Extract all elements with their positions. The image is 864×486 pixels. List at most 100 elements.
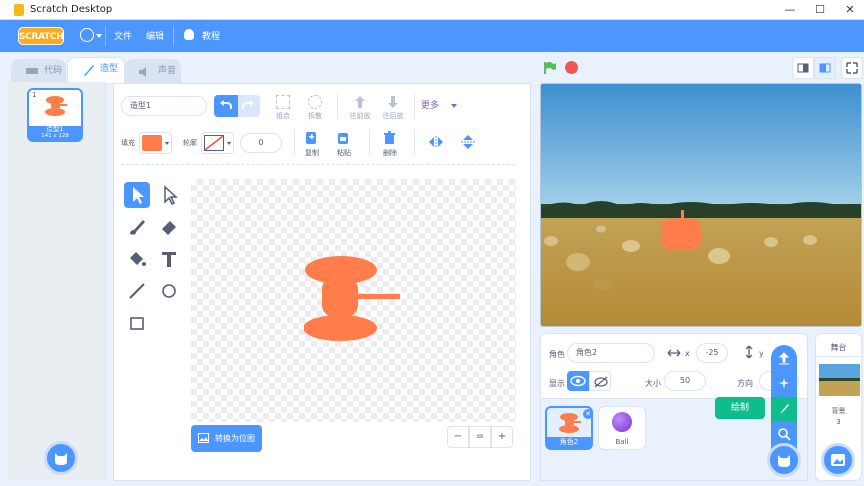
delete-sprite-icon[interactable]: ✕ <box>583 409 593 419</box>
chevron-down-icon <box>165 142 169 145</box>
sprite-info-panel: 角色 角色2 x -25 y 显示 大小 50 方向 <box>540 333 808 399</box>
tab-costumes[interactable]: 造型 <box>67 57 125 83</box>
cat-icon <box>55 453 67 465</box>
group-label: 组合 <box>276 112 290 120</box>
chevron-down-icon <box>96 34 102 38</box>
maximize-button[interactable]: ☐ <box>810 2 830 18</box>
sprite-card-ball[interactable]: Ball <box>598 406 646 450</box>
choose-backdrop-button[interactable] <box>821 443 855 477</box>
convert-to-bitmap-button[interactable]: 转换为位图 <box>191 425 262 452</box>
paint-canvas[interactable] <box>191 179 516 422</box>
toolbar-divider <box>414 94 415 118</box>
fullscreen-button[interactable] <box>841 57 863 79</box>
large-stage-icon <box>819 63 831 73</box>
tutorials-menu[interactable]: 教程 <box>202 29 220 42</box>
edit-menu[interactable]: 编辑 <box>146 29 164 42</box>
text-tool[interactable] <box>156 246 182 272</box>
brush-tool[interactable] <box>124 214 150 240</box>
delete-icon[interactable] <box>383 131 396 145</box>
copy-icon[interactable] <box>305 131 318 145</box>
outline-color-picker[interactable] <box>201 132 234 154</box>
window-title: Scratch Desktop <box>30 4 113 15</box>
paint-option-highlight[interactable] <box>771 397 797 421</box>
reshape-tool[interactable] <box>156 182 182 208</box>
menu-bar: SCRATCH 文件 编辑 教程 <box>0 20 864 52</box>
file-menu[interactable]: 文件 <box>114 29 132 42</box>
eye-hidden-icon <box>594 376 608 388</box>
fullscreen-icon <box>846 62 858 74</box>
toolbar-separator <box>121 164 515 165</box>
undo-button[interactable] <box>214 95 238 117</box>
rectangle-tool[interactable] <box>124 310 150 336</box>
costume-name-input[interactable]: 造型1 <box>121 96 207 116</box>
ungroup-icon[interactable] <box>308 95 322 109</box>
scratch-logo[interactable]: SCRATCH <box>18 27 64 45</box>
forward-icon[interactable] <box>353 95 367 109</box>
tab-costumes-label: 造型 <box>100 64 119 74</box>
surprise-icon[interactable] <box>777 377 791 391</box>
search-icon[interactable] <box>777 427 791 441</box>
zoom-reset-button[interactable]: = <box>469 426 491 448</box>
zoom-out-button[interactable]: − <box>447 426 469 448</box>
delete-label: 删除 <box>383 149 397 157</box>
flip-vertical-icon[interactable] <box>461 134 475 150</box>
line-tool[interactable] <box>124 278 150 304</box>
sprite2-thumbnail <box>559 413 581 433</box>
redo-icon <box>242 100 254 109</box>
brush-icon <box>84 65 94 76</box>
fill-tool[interactable] <box>124 246 150 272</box>
tab-code[interactable]: 代码 <box>11 59 66 83</box>
zoom-in-button[interactable]: + <box>491 426 513 448</box>
upload-icon[interactable] <box>777 352 791 366</box>
more-dropdown[interactable]: 更多 <box>421 97 461 115</box>
x-input[interactable]: -25 <box>696 343 728 363</box>
speaker-icon <box>139 67 146 77</box>
circle-tool[interactable] <box>156 278 182 304</box>
costume-size: 141 x 128 <box>41 133 69 139</box>
costume-name: 造型1 <box>46 125 64 133</box>
x-arrows-icon <box>667 349 681 357</box>
group-icon[interactable] <box>276 95 290 109</box>
zoom-in-icon: + <box>497 431 507 442</box>
close-button[interactable]: ✕ <box>840 2 860 18</box>
choose-costume-button[interactable] <box>44 441 78 475</box>
redo-button[interactable] <box>238 95 260 117</box>
more-label: 更多 <box>421 101 440 111</box>
select-tool[interactable] <box>124 182 150 208</box>
menu-divider <box>105 26 106 46</box>
reshape-icon <box>164 185 178 206</box>
sprite-card-label: 角色2 <box>547 437 591 448</box>
eraser-tool[interactable] <box>156 214 182 240</box>
show-hidden-button[interactable] <box>589 371 611 391</box>
toolbar-divider <box>337 94 338 118</box>
minimize-button[interactable]: — <box>780 2 800 18</box>
code-icon <box>26 68 38 74</box>
flip-horizontal-icon[interactable] <box>428 136 444 148</box>
app-icon <box>14 4 24 16</box>
backward-icon[interactable] <box>386 95 400 109</box>
small-stage-button[interactable] <box>792 57 814 79</box>
sprite-name-input[interactable]: 角色2 <box>567 343 655 363</box>
large-stage-button[interactable] <box>814 57 836 79</box>
backdrop-icon <box>831 454 845 466</box>
size-input[interactable]: 50 <box>664 371 706 391</box>
choose-sprite-button[interactable] <box>767 443 801 477</box>
tab-sounds[interactable]: 声音 <box>125 59 181 83</box>
menu-divider <box>173 26 174 46</box>
paste-icon[interactable] <box>337 131 350 145</box>
sprite-card-sprite2[interactable]: ✕ 角色2 <box>545 406 593 450</box>
green-flag-icon[interactable] <box>543 61 557 75</box>
sprite-label: 角色 <box>549 350 565 359</box>
tab-code-label: 代码 <box>44 66 63 76</box>
toolbar-divider <box>294 130 295 156</box>
stage-canvas[interactable] <box>540 83 862 327</box>
globe-icon[interactable] <box>80 28 94 42</box>
outline-width-input[interactable]: 0 <box>240 133 282 153</box>
brush-icon <box>130 220 145 235</box>
x-label: x <box>685 349 690 358</box>
fill-color-picker[interactable] <box>139 132 172 154</box>
costume-thumbnail[interactable]: 1 造型1 141 x 128 <box>27 88 83 142</box>
stop-icon[interactable] <box>565 61 578 74</box>
show-visible-button[interactable] <box>567 371 589 391</box>
stage-divider <box>816 356 861 357</box>
